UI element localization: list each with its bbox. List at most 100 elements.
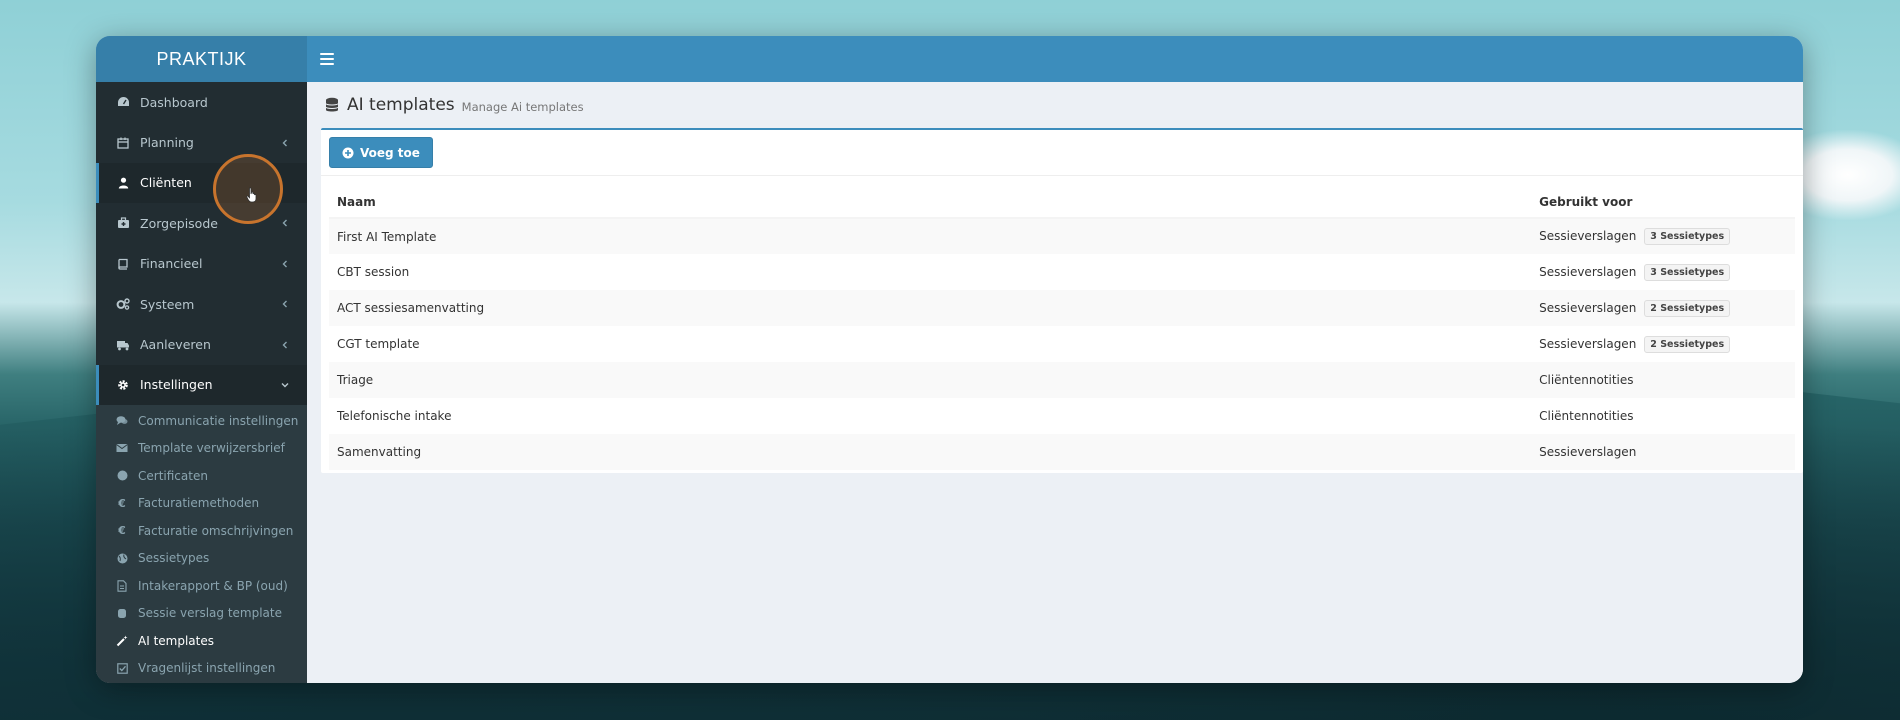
table-row[interactable]: Telefonische intake Cliëntennotities	[329, 398, 1795, 434]
sidebar-toggle-icon[interactable]	[320, 50, 334, 68]
cell-naam[interactable]: CGT template	[329, 326, 1531, 362]
sidebar-item-planning[interactable]: Planning	[96, 122, 307, 162]
certificate-icon	[115, 470, 129, 482]
magic-wand-icon	[115, 635, 129, 647]
table-row[interactable]: Triage Cliëntennotities	[329, 362, 1795, 398]
cell-gebruikt-voor: Cliëntennotities	[1531, 362, 1795, 398]
main-content: AI templates Manage Ai templates Voeg to…	[307, 82, 1803, 683]
sidebar-item-label: Cliënten	[140, 175, 192, 191]
submenu-item-template-verwijzersbrief[interactable]: Template verwijzersbrief	[96, 435, 307, 463]
column-header-gebruikt-voor[interactable]: Gebruikt voor	[1531, 186, 1795, 219]
table-row[interactable]: CGT template Sessieverslagen 2 Sessietype…	[329, 326, 1795, 362]
cell-gebruikt-voor: Sessieverslagen 3 Sessietypes	[1531, 218, 1795, 254]
brand-logo[interactable]: PRAKTIJK	[96, 36, 307, 82]
gear-icon	[115, 378, 131, 392]
submenu-item-sessie-verslag-template[interactable]: Sessie verslag template	[96, 600, 307, 628]
cell-gebruikt-voor: Sessieverslagen 3 Sessietypes	[1531, 254, 1795, 290]
sidebar-item-dashboard[interactable]: Dashboard	[96, 82, 307, 122]
submenu-item-label: Communicatie instellingen	[138, 413, 299, 428]
submenu-item-intakerapport[interactable]: Intakerapport & BP (oud)	[96, 572, 307, 600]
cell-naam[interactable]: Samenvatting	[329, 434, 1532, 470]
add-button-label: Voeg toe	[360, 145, 420, 160]
database-icon	[325, 97, 339, 112]
cell-gebruikt-voor: Sessieverslagen	[1531, 434, 1795, 470]
cogs-icon	[115, 297, 131, 311]
table-header-row: Naam Gebruikt voor	[329, 186, 1795, 219]
cell-naam[interactable]: Telefonische intake	[329, 398, 1531, 434]
submenu-item-label: Facturatiemethoden	[138, 496, 260, 511]
app-window: PRAKTIJK Dashboard Planning Cliënten Zor…	[96, 36, 1803, 683]
submenu-item-label: Sessie verslag template	[138, 606, 282, 621]
chevron-left-icon	[282, 341, 287, 349]
globe-icon	[115, 552, 129, 564]
submenu-item-label: Facturatie omschrijvingen	[138, 523, 294, 538]
submenu-item-facturatiemethoden[interactable]: € Facturatiemethoden	[96, 490, 307, 518]
user-icon	[115, 176, 131, 190]
chevron-left-icon	[282, 139, 287, 147]
database-icon	[115, 607, 129, 619]
cell-naam[interactable]: ACT sessiesamenvatting	[329, 290, 1532, 326]
templates-table: Naam Gebruikt voor First AI Template Ses…	[329, 186, 1795, 470]
medkit-icon	[115, 216, 131, 230]
submenu-item-vragenlijst-instellingen[interactable]: Vragenlijst instellingen	[96, 655, 307, 683]
submenu-item-certificaten[interactable]: Certificaten	[96, 462, 307, 490]
sessietypes-badge: 3 Sessietypes	[1644, 228, 1731, 245]
dashboard-icon	[115, 95, 131, 109]
submenu-item-facturatie-omschrijvingen[interactable]: € Facturatie omschrijvingen	[96, 517, 307, 545]
usage-label: Sessieverslagen	[1539, 229, 1637, 243]
chevron-left-icon	[282, 219, 287, 227]
envelope-icon	[115, 442, 129, 454]
sidebar-item-instellingen[interactable]: Instellingen	[96, 364, 307, 406]
column-header-naam[interactable]: Naam	[329, 186, 1532, 219]
euro-icon: €	[118, 496, 126, 510]
file-icon	[115, 580, 129, 592]
cell-gebruikt-voor: Sessieverslagen 2 Sessietypes	[1531, 326, 1795, 362]
sidebar-item-label: Aanleveren	[140, 337, 211, 353]
page-subtitle: Manage Ai templates	[461, 100, 584, 114]
sidebar-item-label: Planning	[140, 135, 194, 151]
sidebar-item-label: Zorgepisode	[140, 215, 218, 231]
comments-icon	[115, 415, 129, 427]
usage-label: Sessieverslagen	[1539, 264, 1637, 279]
cell-naam[interactable]: CBT session	[329, 254, 1531, 290]
add-template-button[interactable]: Voeg toe	[329, 137, 433, 168]
cell-naam[interactable]: First AI Template	[329, 218, 1532, 254]
plus-circle-icon	[342, 147, 354, 158]
checkbox-icon	[115, 662, 129, 674]
box-toolbar: Voeg toe	[321, 130, 1803, 176]
templates-box: Voeg toe Naam Gebruikt voor First AI Tem…	[321, 128, 1803, 473]
sessietypes-badge: 3 Sessietypes	[1644, 263, 1731, 281]
submenu-item-communicatie-instellingen[interactable]: Communicatie instellingen	[96, 407, 307, 435]
book-icon	[115, 257, 131, 271]
calendar-icon	[115, 136, 131, 150]
table-row[interactable]: First AI Template Sessieverslagen 3 Sessi…	[329, 218, 1795, 254]
usage-label: Sessieverslagen	[1539, 336, 1637, 351]
top-navbar: PRAKTIJK	[96, 36, 1803, 82]
sidebar-item-aanleveren[interactable]: Aanleveren	[96, 324, 307, 364]
table-row[interactable]: Samenvatting Sessieverslagen	[329, 434, 1795, 470]
cell-naam[interactable]: Triage	[329, 362, 1532, 398]
content-header: AI templates Manage Ai templates	[307, 82, 1803, 128]
submenu-item-label: AI templates	[138, 633, 214, 648]
sidebar-item-label: Dashboard	[140, 94, 208, 110]
sidebar-item-financieel[interactable]: Financieel	[96, 244, 307, 284]
sidebar-item-label: Instellingen	[140, 377, 213, 393]
submenu-item-label: Certificaten	[138, 468, 208, 483]
chevron-left-icon	[282, 260, 287, 268]
table-row[interactable]: CBT session Sessieverslagen 3 Sessietypes	[329, 254, 1795, 290]
submenu-item-ai-templates[interactable]: AI templates	[96, 627, 307, 655]
instellingen-submenu: Communicatie instellingen Template verwi…	[96, 405, 307, 683]
euro-icon: €	[118, 524, 126, 538]
usage-label: Sessieverslagen	[1539, 300, 1637, 315]
cell-gebruikt-voor: Cliëntennotities	[1539, 409, 1634, 423]
sidebar-item-label: Systeem	[140, 296, 195, 312]
sessietypes-badge: 2 Sessietypes	[1644, 335, 1731, 353]
cell-gebruikt-voor: Sessieverslagen 2 Sessietypes	[1531, 290, 1795, 326]
chevron-down-icon	[281, 382, 289, 388]
sessietypes-badge: 2 Sessietypes	[1644, 299, 1731, 317]
sidebar-item-systeem[interactable]: Systeem	[96, 284, 307, 324]
chevron-left-icon	[282, 300, 287, 308]
submenu-item-sessietypes[interactable]: Sessietypes	[96, 545, 307, 573]
table-row[interactable]: ACT sessiesamenvatting Sessieverslagen 2 …	[329, 290, 1795, 326]
submenu-item-label: Vragenlijst instellingen	[138, 661, 276, 676]
